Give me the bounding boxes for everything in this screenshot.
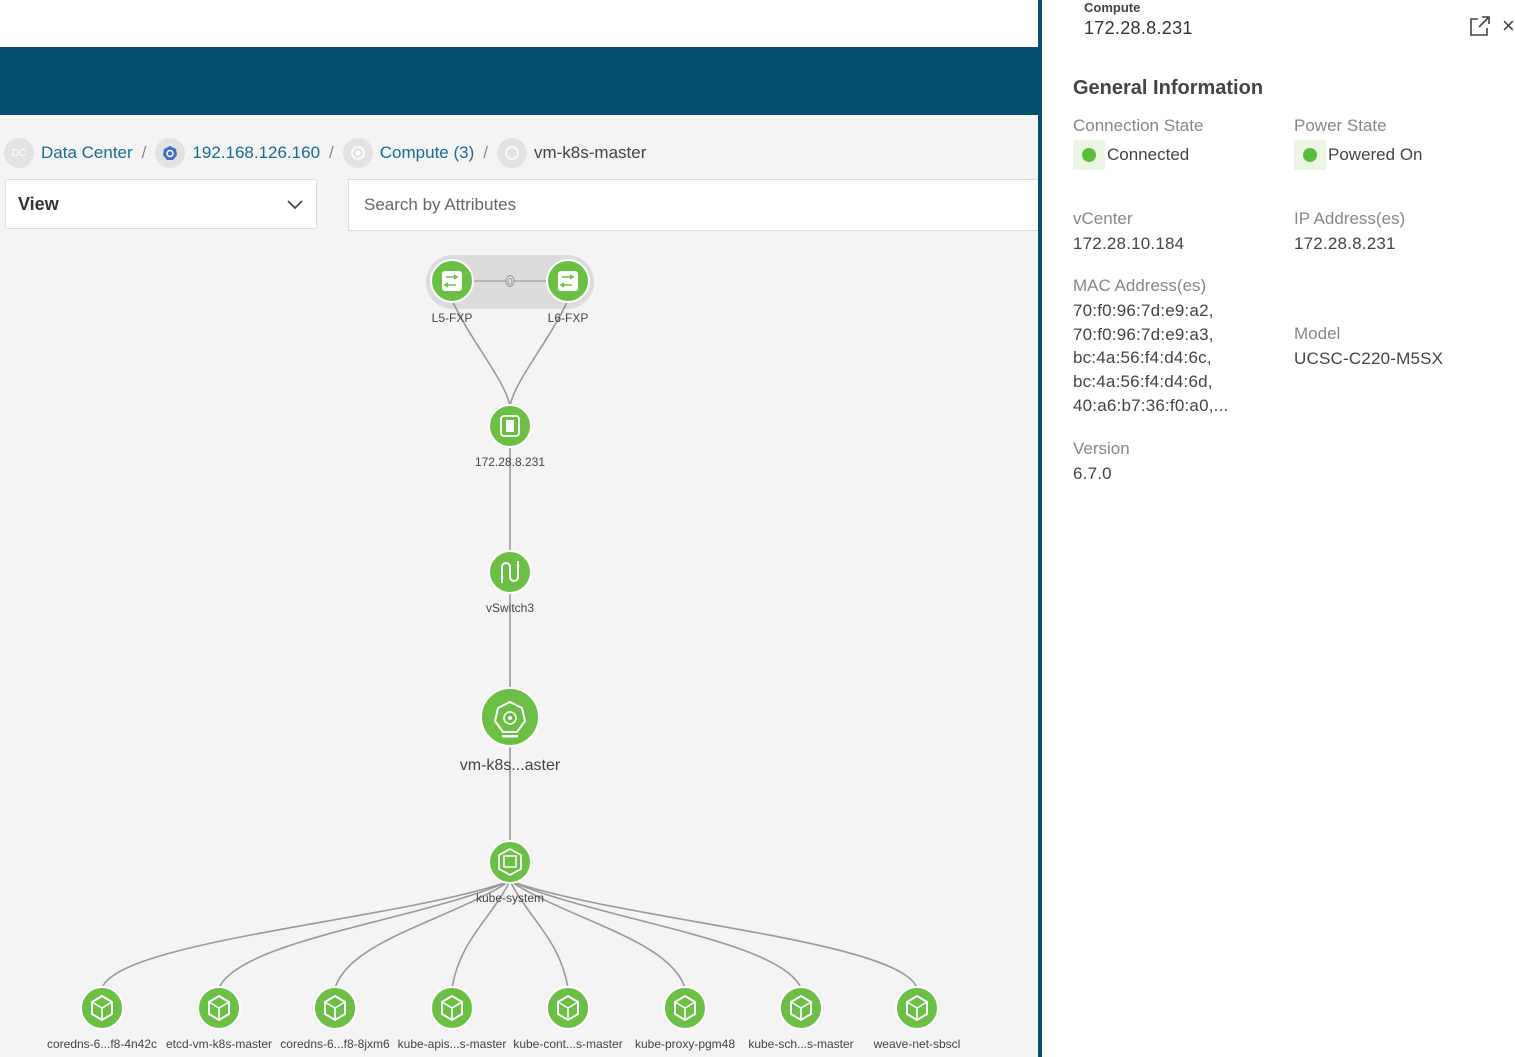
- topology-node-namespace[interactable]: kube-system: [476, 840, 544, 905]
- topology-node-pod[interactable]: coredns-6...f8-8jxm6: [280, 986, 390, 1051]
- breadcrumb-label[interactable]: 192.168.126.160: [192, 143, 320, 163]
- node-label: coredns-6...f8-4n42c: [47, 1037, 157, 1051]
- topology-node-pod[interactable]: kube-apis...s-master: [398, 986, 507, 1051]
- connection-state-value: Connected: [1107, 145, 1190, 164]
- breadcrumb-item-cluster[interactable]: 192.168.126.160: [155, 138, 320, 168]
- compute-icon: [342, 138, 373, 168]
- mac-address-value: bc:4a:56:f4:d4:6d,: [1073, 372, 1213, 392]
- node-label: L6-FXP: [548, 311, 589, 325]
- topology-node-vswitch[interactable]: vSwitch3: [486, 550, 534, 615]
- top-bar: [0, 0, 1040, 47]
- breadcrumb-separator: /: [141, 143, 147, 162]
- breadcrumb-label[interactable]: Data Center: [41, 143, 133, 163]
- switch-icon: [558, 271, 578, 291]
- section-title: General Information: [1073, 77, 1264, 99]
- version-label: Version: [1073, 439, 1130, 458]
- panel-object-type: Compute: [1084, 0, 1141, 15]
- ip-address-value: 172.28.8.231: [1294, 234, 1396, 253]
- view-dropdown[interactable]: View: [5, 179, 317, 229]
- breadcrumb-item-data-center[interactable]: DC Data Center: [4, 138, 133, 168]
- topology-node-pod[interactable]: kube-sch...s-master: [748, 986, 854, 1051]
- breadcrumb: DC Data Center / 192.168.126.160 / Compu…: [4, 136, 646, 170]
- breadcrumb-item-vm: vm-k8s-master: [496, 138, 647, 168]
- topology-edges: [101, 299, 918, 989]
- power-state-value: Powered On: [1328, 145, 1423, 164]
- node-label: kube-sch...s-master: [748, 1037, 853, 1051]
- breadcrumb-separator: /: [329, 143, 334, 162]
- switch-icon: [442, 271, 462, 291]
- power-state-label: Power State: [1294, 116, 1387, 135]
- node-label: vSwitch3: [486, 601, 534, 615]
- model-label: Model: [1294, 324, 1341, 343]
- mac-address-value: bc:4a:56:f4:d4:6c,: [1073, 348, 1212, 368]
- version-value: 6.7.0: [1073, 464, 1112, 483]
- topology-node-pod[interactable]: coredns-6...f8-4n42c: [47, 986, 157, 1051]
- chevron-down-icon: [287, 200, 303, 210]
- vm-icon: [496, 138, 527, 168]
- close-icon[interactable]: ×: [1502, 14, 1515, 38]
- mac-address-value: 70:f0:96:7d:e9:a3,: [1073, 324, 1214, 344]
- topology-node-pod[interactable]: etcd-vm-k8s-master: [166, 986, 272, 1051]
- topology-node-pod[interactable]: kube-cont...s-master: [513, 986, 623, 1051]
- detail-panel: Compute 172.28.8.231 × General Informati…: [1038, 0, 1515, 1057]
- vcenter-value: 172.28.10.184: [1073, 234, 1185, 253]
- status-dot-icon: [1303, 148, 1317, 162]
- mac-address-value: 40:a6:b7:36:f0:a0,...: [1073, 395, 1229, 415]
- topology-node-pod[interactable]: weave-net-sbscl: [873, 986, 961, 1051]
- mac-address-value: 70:f0:96:7d:e9:a2,: [1073, 301, 1214, 320]
- topology-node-pod[interactable]: kube-proxy-pgm48: [635, 986, 735, 1051]
- node-label: kube-proxy-pgm48: [635, 1037, 735, 1051]
- topology-node-leaf[interactable]: L6-FXP: [546, 259, 590, 325]
- panel-title: 172.28.8.231: [1084, 18, 1193, 38]
- popout-icon[interactable]: [1468, 14, 1492, 38]
- mac-address-list: 70:f0:96:7d:e9:a2, 70:f0:96:7d:e9:a3, bc…: [1073, 299, 1228, 418]
- kubernetes-icon: [155, 138, 186, 168]
- breadcrumb-label: vm-k8s-master: [533, 143, 647, 162]
- topology-node-leaf[interactable]: L5-FXP: [430, 259, 474, 325]
- vcenter-label: vCenter: [1073, 209, 1133, 228]
- topology-graph: 0 L5-FXP L6-FXP 172.28.8.231 vSwitch3 vm…: [47, 255, 961, 1051]
- connection-state-status: Connected: [1073, 140, 1189, 170]
- status-indicator: [1294, 140, 1326, 170]
- mac-address-label: MAC Address(es): [1073, 276, 1207, 295]
- node-label: L5-FXP: [432, 311, 473, 325]
- connection-state-label: Connection State: [1073, 116, 1204, 135]
- leaf-link-count: 0: [507, 277, 513, 288]
- dc-icon: DC: [4, 138, 34, 168]
- topology-node-host[interactable]: 172.28.8.231: [475, 404, 545, 469]
- breadcrumb-label[interactable]: Compute (3): [380, 143, 474, 163]
- ip-address-label: IP Address(es): [1294, 209, 1406, 228]
- search-input[interactable]: [348, 179, 1040, 231]
- node-label: coredns-6...f8-8jxm6: [280, 1037, 390, 1051]
- node-label: weave-net-sbscl: [873, 1037, 961, 1051]
- node-label: etcd-vm-k8s-master: [166, 1037, 272, 1051]
- breadcrumb-separator: /: [483, 143, 488, 162]
- status-dot-icon: [1082, 148, 1096, 162]
- model-value: UCSC-C220-M5SX: [1294, 349, 1444, 368]
- status-indicator: [1073, 140, 1105, 170]
- node-label: kube-apis...s-master: [398, 1037, 507, 1051]
- topology-node-vm[interactable]: vm-k8s...aster: [460, 687, 561, 774]
- node-label: vm-k8s...aster: [460, 757, 561, 774]
- node-label: 172.28.8.231: [475, 455, 545, 469]
- node-label: kube-cont...s-master: [513, 1037, 622, 1051]
- node-label: kube-system: [476, 891, 544, 905]
- view-dropdown-label: View: [18, 193, 59, 214]
- power-state-status: Powered On: [1294, 140, 1423, 170]
- header-band: [0, 47, 1040, 115]
- breadcrumb-item-compute[interactable]: Compute (3): [342, 138, 474, 168]
